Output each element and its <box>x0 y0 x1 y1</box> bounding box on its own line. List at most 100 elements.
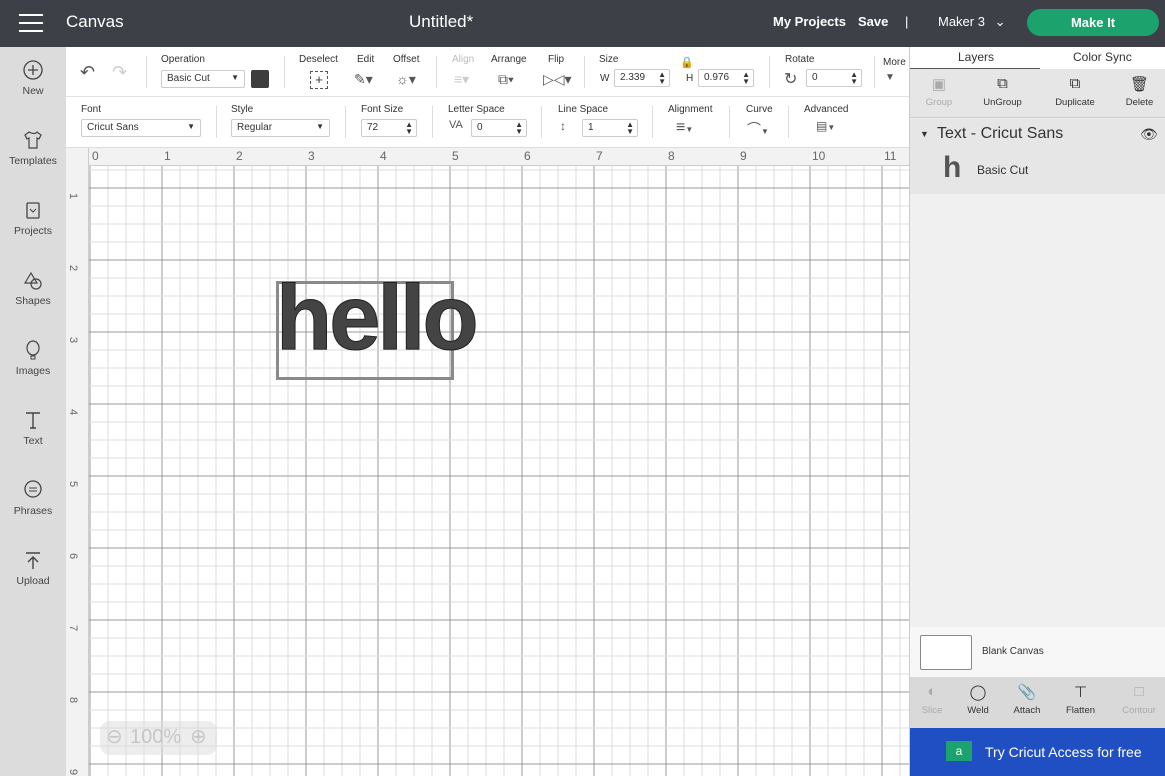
sidebar-item-text[interactable]: Text <box>0 409 66 447</box>
divider <box>216 106 217 138</box>
height-input[interactable]: 0.976 ▲ ▼ <box>698 69 754 87</box>
blank-canvas-row[interactable]: Blank Canvas <box>910 627 1165 677</box>
machine-label: Maker 3 <box>938 14 985 29</box>
button-label: Flatten <box>1065 705 1096 716</box>
sidebar-item-upload[interactable]: Upload <box>0 549 66 587</box>
height-value: 0.976 <box>704 72 730 83</box>
ruler-tick-label: 6 <box>67 552 80 560</box>
zoom-control: ⊖ 100% ⊕ <box>100 721 217 755</box>
stepper-icon[interactable]: ▲ ▼ <box>626 121 634 136</box>
rotate-value: 0 <box>812 72 818 83</box>
deselect-icon[interactable]: + <box>310 71 328 89</box>
duplicate-button[interactable]: ⧉ Duplicate <box>1050 75 1100 108</box>
sidebar-item-phrases[interactable]: Phrases <box>0 479 66 517</box>
blank-canvas-label: Blank Canvas <box>982 646 1044 657</box>
width-input[interactable]: 2.339 ▲ ▼ <box>614 69 670 87</box>
attach-button[interactable]: 📎 Attach <box>1010 683 1044 716</box>
caret-down-icon[interactable]: ▼ <box>920 129 929 139</box>
upload-icon <box>26 552 40 569</box>
ruler-tick-label: 5 <box>452 149 459 163</box>
divider <box>541 106 542 138</box>
redo-icon[interactable]: ↷ <box>112 62 127 83</box>
menu-icon[interactable] <box>19 14 43 32</box>
flatten-button[interactable]: ⊤ Flatten <box>1063 683 1098 716</box>
rotate-input[interactable]: 0 ▲ ▼ <box>806 69 862 87</box>
machine-select[interactable]: Maker 3 ⌄ <box>938 14 1006 30</box>
group-button[interactable]: ▣ Group <box>924 75 954 108</box>
font-size-label: Font Size <box>361 104 404 115</box>
weld-button[interactable]: ◯ Weld <box>963 683 993 716</box>
stepper-icon[interactable]: ▲ ▼ <box>742 71 750 86</box>
text-t-icon <box>26 412 40 429</box>
font-select[interactable]: Cricut Sans ▼ <box>81 119 201 137</box>
letter-space-icon: VA <box>449 119 463 131</box>
divider <box>345 106 346 138</box>
promo-text: Try Cricut Access for free <box>985 744 1142 760</box>
line-space-label: Line Space <box>558 104 609 115</box>
layer-group[interactable]: ▼ Text - Cricut Sans 👁 h Basic Cut <box>910 119 1165 194</box>
tab-layers[interactable]: Layers <box>958 50 994 64</box>
make-it-button[interactable]: Make It <box>1027 9 1159 36</box>
ungroup-button[interactable]: ⧉ UnGroup <box>980 75 1025 108</box>
font-value: Cricut Sans <box>87 122 139 133</box>
ruler-top: 0 1 2 3 4 5 6 7 8 9 10 11 <box>66 148 909 166</box>
arrange-label: Arrange <box>491 54 527 65</box>
sidebar-label: Projects <box>14 225 52 237</box>
sidebar-item-shapes[interactable]: Shapes <box>0 269 66 307</box>
layer-item-label[interactable]: Basic Cut <box>977 163 1028 177</box>
divider <box>729 106 730 138</box>
sidebar-item-projects[interactable]: Projects <box>0 199 66 237</box>
advanced-icon[interactable]: ▤▼ <box>816 119 835 133</box>
arrange-icon[interactable]: ⧉▾ <box>498 71 514 88</box>
caret-down-icon[interactable]: ▼ <box>885 72 895 83</box>
sidebar-item-images[interactable]: Images <box>0 339 66 377</box>
divider <box>874 56 875 88</box>
stepper-icon[interactable]: ▲ ▼ <box>515 121 523 136</box>
ruler-tick-label: 9 <box>67 768 80 776</box>
offset-icon[interactable]: ☼▾ <box>396 71 416 88</box>
ruler-tick-label: 8 <box>67 696 80 704</box>
cricut-access-banner[interactable]: a Try Cricut Access for free <box>910 728 1165 776</box>
stepper-icon[interactable]: ▲ ▼ <box>850 71 858 86</box>
operation-select[interactable]: Basic Cut ▼ <box>161 70 245 88</box>
sidebar-label: Shapes <box>15 295 51 307</box>
design-canvas[interactable]: 0 1 2 3 4 5 6 7 8 9 10 11 123456789 hello ⊖ 100% ⊕ <box>66 148 909 776</box>
zoom-in-icon[interactable]: ⊕ <box>190 724 207 749</box>
curve-icon[interactable]: ⌒▼ <box>747 119 769 139</box>
rotate-label: Rotate <box>785 54 815 65</box>
sidebar-item-templates[interactable]: Templates <box>0 129 66 167</box>
font-size-input[interactable]: 72 ▲ ▼ <box>361 119 417 137</box>
more-label[interactable]: More <box>883 57 906 68</box>
ruler-tick-label: 7 <box>596 149 603 163</box>
save-link[interactable]: Save <box>858 14 888 29</box>
line-space-input[interactable]: 1 ▲ ▼ <box>582 119 638 137</box>
eye-icon[interactable]: 👁 <box>1140 126 1158 143</box>
duplicate-icon: ⧉ <box>1069 75 1081 92</box>
tab-color-sync[interactable]: Color Sync <box>1073 50 1132 64</box>
sidebar-label: Phrases <box>13 505 53 517</box>
letter-space-input[interactable]: 0 ▲ ▼ <box>471 119 527 137</box>
align-icon[interactable]: ≡▾ <box>454 71 469 88</box>
width-value: 2.339 <box>620 72 646 83</box>
zoom-out-icon[interactable]: ⊖ <box>106 724 123 749</box>
stepper-icon[interactable]: ▲ ▼ <box>405 121 413 136</box>
my-projects-link[interactable]: My Projects <box>773 14 846 29</box>
operation-color-swatch[interactable] <box>251 70 269 88</box>
undo-icon[interactable]: ↶ <box>80 62 95 83</box>
stepper-icon[interactable]: ▲ ▼ <box>658 71 666 86</box>
slice-button[interactable]: ◐ Slice <box>918 683 946 716</box>
delete-button[interactable]: 🗑 Delete <box>1122 75 1157 108</box>
sidebar-label: Images <box>15 365 51 377</box>
text-object[interactable]: hello <box>276 266 480 371</box>
canvas-grid <box>66 148 909 776</box>
canvas-swatch[interactable] <box>920 635 972 670</box>
sidebar-item-new[interactable]: New <box>0 59 66 97</box>
edit-pencil-icon[interactable]: ✎▾ <box>354 71 373 88</box>
lock-icon[interactable]: 🔒 <box>680 56 694 69</box>
text-align-icon[interactable]: ≡▼ <box>676 119 693 137</box>
document-title: Untitled* <box>409 12 474 31</box>
flip-icon[interactable]: ▷◁▾ <box>543 71 572 88</box>
style-select[interactable]: Regular ▼ <box>231 119 330 137</box>
contour-button[interactable]: □ Contour <box>1119 683 1159 716</box>
offset-label: Offset <box>393 54 420 65</box>
